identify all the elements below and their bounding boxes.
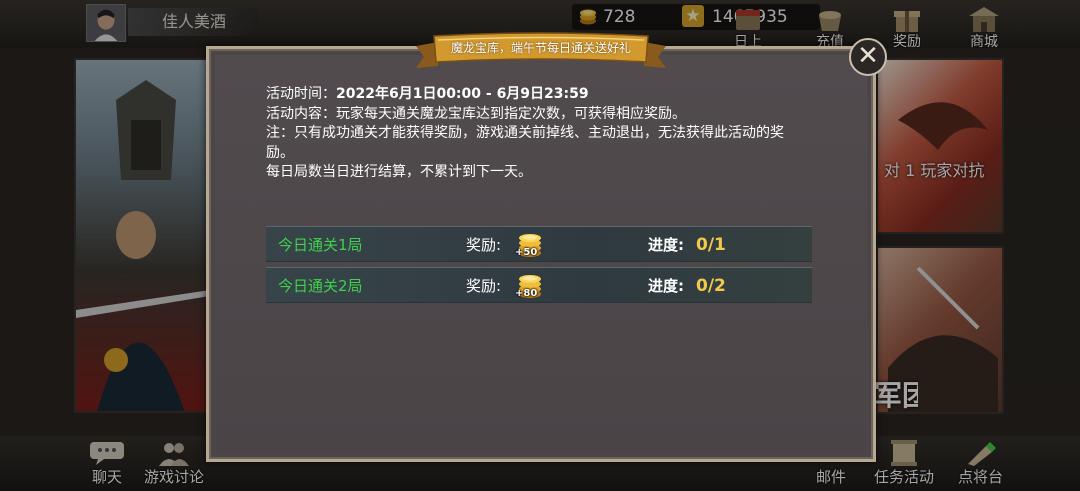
activity-settlement: 每日局数当日进行结算，不累计到下一天。 bbox=[266, 164, 532, 180]
time-value: 2022年6月1日00:00 - 6月9日23:59 bbox=[336, 86, 589, 102]
activity-time: 活动时间：2022年6月1日00:00 - 6月9日23:59 bbox=[266, 85, 806, 105]
task-name: 今日通关2局 bbox=[278, 277, 363, 295]
progress-label: 进度: bbox=[648, 236, 684, 254]
progress-label: 进度: bbox=[648, 277, 684, 295]
reward-amount: +50 bbox=[515, 247, 538, 258]
task-list: 今日通关1局 奖励: +50 进度: 0/1 今日通关2局 奖励: +80 进度… bbox=[266, 220, 812, 304]
task-row: 今日通关1局 奖励: +50 进度: 0/1 bbox=[266, 226, 812, 262]
progress-value: 0/2 bbox=[696, 276, 726, 296]
task-row: 今日通关2局 奖励: +80 进度: 0/2 bbox=[266, 267, 812, 303]
close-icon: ✕ bbox=[857, 41, 879, 71]
close-button[interactable]: ✕ bbox=[849, 38, 887, 76]
reward-label: 奖励: bbox=[466, 277, 502, 295]
time-label: 活动时间： bbox=[266, 86, 336, 102]
task-name: 今日通关1局 bbox=[278, 236, 363, 254]
progress-value: 0/1 bbox=[696, 235, 726, 255]
reward-amount: +80 bbox=[515, 288, 538, 299]
activity-description: 活动时间：2022年6月1日00:00 - 6月9日23:59 活动内容：玩家每… bbox=[266, 85, 806, 183]
dialog-title-banner: 魔龙宝库，端午节每日通关送好礼 bbox=[416, 32, 666, 74]
activity-content: 活动内容：玩家每天通关魔龙宝库达到指定次数，可获得相应奖励。 bbox=[266, 105, 686, 122]
reward-label: 奖励: bbox=[466, 236, 502, 254]
activity-note: 注：只有成功通关才能获得奖励，游戏通关前掉线、主动退出，无法获得此活动的奖励。 bbox=[266, 125, 784, 161]
dialog-title: 魔龙宝库，端午节每日通关送好礼 bbox=[450, 41, 631, 55]
